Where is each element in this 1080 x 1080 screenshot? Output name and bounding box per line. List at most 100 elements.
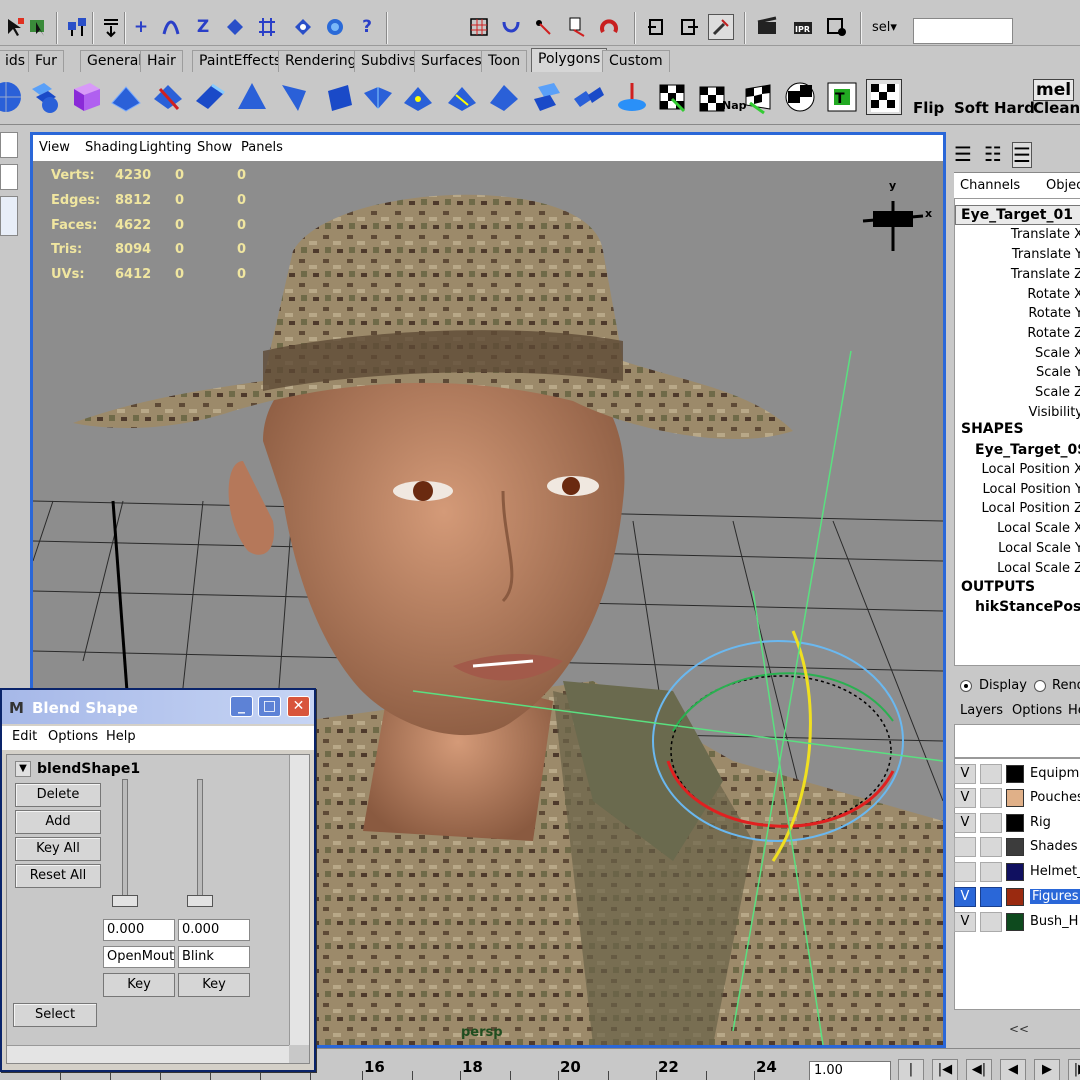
poly-wedge-icon[interactable]	[276, 79, 312, 115]
export-icon[interactable]	[676, 14, 702, 40]
layer-visibility-toggle[interactable]: V	[954, 887, 976, 907]
layer-options-menu[interactable]: Options	[1012, 703, 1062, 718]
layer-template-toggle[interactable]	[980, 862, 1002, 882]
poly-separate-icon[interactable]	[570, 79, 606, 115]
display-layers-radio[interactable]	[960, 680, 972, 692]
options-menu[interactable]: Options	[48, 729, 98, 744]
openmouth-key-button[interactable]: Key	[103, 973, 175, 997]
add-icon[interactable]: +	[128, 14, 154, 40]
layer-row-helmet[interactable]: Helmet_	[954, 860, 1080, 884]
tool-slot[interactable]	[0, 164, 18, 190]
tab-general[interactable]: General	[80, 50, 150, 72]
output-icon[interactable]	[530, 14, 556, 40]
select-button[interactable]: Select	[13, 1003, 97, 1027]
uv-automatic-icon[interactable]: T	[824, 79, 860, 115]
lasso-icon[interactable]	[26, 14, 52, 40]
layer-color-swatch[interactable]	[1006, 814, 1024, 832]
go-to-start-icon[interactable]: |◀◀	[898, 1059, 924, 1080]
blink-target-name[interactable]: Blink	[178, 946, 250, 968]
layer-color-swatch[interactable]	[1006, 863, 1024, 881]
poly-smooth-icon[interactable]	[320, 79, 356, 115]
attr-translate-z[interactable]: Translate Z	[1011, 267, 1080, 282]
tool-slot[interactable]	[0, 132, 18, 158]
render-layers-radio[interactable]	[1034, 680, 1046, 692]
blink-slider-track[interactable]	[197, 779, 203, 901]
snap-point-icon[interactable]: Z	[190, 14, 216, 40]
openmouth-slider-handle[interactable]	[112, 895, 138, 907]
blink-weight-field[interactable]: 0.000	[178, 919, 250, 941]
layer-row-figures[interactable]: V Figures	[954, 885, 1080, 909]
layer-name[interactable]: Rig	[1030, 815, 1051, 830]
openmouth-slider-track[interactable]	[122, 779, 128, 901]
wrench-icon[interactable]	[708, 14, 734, 40]
clean-button[interactable]: Clean	[1033, 99, 1080, 117]
current-frame-field[interactable]: 1.00	[809, 1061, 891, 1080]
selected-node-name[interactable]: Eye_Target_01	[961, 207, 1073, 223]
attr-translate-y[interactable]: Translate Y	[1012, 247, 1080, 262]
blink-slider-handle[interactable]	[187, 895, 213, 907]
poly-merge-icon[interactable]	[360, 79, 396, 115]
layer-row-pouches[interactable]: V Pouches	[954, 786, 1080, 810]
layer-name[interactable]: Bush_H	[1030, 914, 1078, 929]
layer-name[interactable]: Figures	[1030, 889, 1080, 904]
layer-visibility-toggle[interactable]	[954, 837, 976, 857]
layer-color-swatch[interactable]	[1006, 838, 1024, 856]
step-back-frame-icon[interactable]: ◀|	[966, 1059, 992, 1080]
layer-visibility-toggle[interactable]: V	[954, 912, 976, 932]
poly-plane-icon[interactable]	[108, 79, 144, 115]
magnet-icon[interactable]	[596, 14, 622, 40]
ipr-icon[interactable]: IPR	[790, 14, 816, 40]
channel-icon[interactable]	[644, 14, 670, 40]
input-icon[interactable]	[498, 14, 524, 40]
snap-curve-icon[interactable]	[158, 14, 184, 40]
layer-template-toggle[interactable]	[980, 912, 1002, 932]
quick-select-field[interactable]	[913, 18, 1013, 44]
tab-hair[interactable]: Hair	[140, 50, 183, 72]
delete-button[interactable]: Delete	[15, 783, 101, 807]
tab-painteffects[interactable]: PaintEffects	[192, 50, 289, 72]
tool-settings-toggle-icon[interactable]: ☰	[1012, 142, 1032, 168]
channel-box-toggle-icon[interactable]: ☰	[954, 142, 972, 166]
attr-rotate-z[interactable]: Rotate Z	[1027, 326, 1080, 341]
tab-fur[interactable]: Fur	[28, 50, 64, 72]
mel-button[interactable]: mel	[1033, 79, 1075, 101]
key-all-button[interactable]: Key All	[15, 837, 101, 861]
layer-name[interactable]: Equipme	[1030, 766, 1080, 781]
attr-rotate-x[interactable]: Rotate X	[1027, 287, 1080, 302]
reset-all-button[interactable]: Reset All	[15, 864, 101, 888]
maximize-icon[interactable]: □	[258, 696, 281, 717]
openmouth-target-name[interactable]: OpenMouth	[103, 946, 175, 968]
edit-menu[interactable]: Edit	[12, 729, 37, 744]
layer-color-swatch[interactable]	[1006, 789, 1024, 807]
layer-template-toggle[interactable]	[980, 788, 1002, 808]
poly-subdivide-icon[interactable]	[400, 79, 436, 115]
close-icon[interactable]: ✕	[287, 696, 310, 717]
horizontal-scrollbar[interactable]	[7, 1045, 289, 1063]
layer-color-swatch[interactable]	[1006, 888, 1024, 906]
poly-split-icon[interactable]	[234, 79, 270, 115]
poly-quadrangulate-icon[interactable]	[528, 79, 564, 115]
hierarchy-icon[interactable]	[64, 14, 90, 40]
step-forward-icon[interactable]: |▶	[1068, 1059, 1080, 1080]
attribute-editor-toggle-icon[interactable]: ☷	[984, 142, 1002, 166]
attr-translate-x[interactable]: Translate X	[1011, 227, 1080, 242]
layers-menu[interactable]: Layers	[960, 703, 1003, 718]
tab-rendering[interactable]: Rendering	[278, 50, 364, 72]
layer-visibility-toggle[interactable]: V	[954, 764, 976, 784]
play-forward-icon[interactable]: ▶	[1034, 1059, 1060, 1080]
layer-row-equipment[interactable]: V Equipme	[954, 762, 1080, 786]
attr-local-position-y[interactable]: Local Position Y	[982, 482, 1080, 497]
layer-name[interactable]: Helmet_	[1030, 864, 1080, 879]
layer-template-toggle[interactable]	[980, 887, 1002, 907]
attr-local-position-z[interactable]: Local Position Z	[982, 501, 1080, 516]
viewport-menu-lighting[interactable]: Lighting	[139, 140, 192, 155]
snap-grid-icon[interactable]	[254, 14, 280, 40]
tab-polygons[interactable]: Polygons	[531, 48, 608, 72]
layer-scroll-left[interactable]: <<	[954, 1022, 1080, 1032]
viewport-menu-shading[interactable]: Shading	[85, 140, 138, 155]
collapse-arrow-icon[interactable]: ▼	[15, 761, 31, 777]
shape-node-name[interactable]: Eye_Target_0S	[975, 442, 1080, 458]
selection-mode-dropdown[interactable]: sel▾	[872, 20, 897, 35]
soft-button[interactable]: Soft	[954, 99, 989, 117]
uv-spherical-icon[interactable]	[782, 79, 818, 115]
